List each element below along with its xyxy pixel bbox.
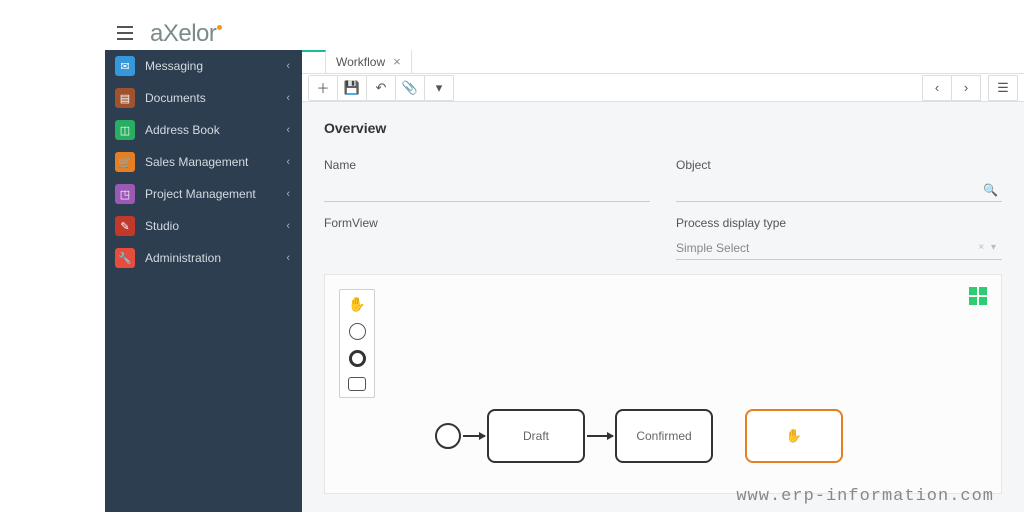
start-node-tool[interactable]	[349, 323, 366, 340]
undo-button[interactable]: ↶	[366, 75, 396, 101]
workflow-start-node[interactable]	[435, 423, 461, 449]
chevron-left-icon: ‹	[286, 92, 290, 104]
new-button[interactable]: ＋	[308, 75, 338, 101]
tab-active-indicator	[302, 50, 326, 73]
search-icon: 🔍	[983, 183, 998, 197]
documents-icon: ▤	[115, 88, 135, 108]
main-area: Workflow × ＋ 💾 ↶ 📎 ▾ ‹ › ☰ Overview Name	[302, 50, 1024, 512]
sidebar-item-sales[interactable]: 🛒 Sales Management ‹	[105, 146, 302, 178]
sidebar: ✉ Messaging ‹ ▤ Documents ‹ ◫ Address Bo…	[105, 50, 302, 512]
chevron-left-icon: ‹	[286, 124, 290, 136]
admin-icon: 🔧	[115, 248, 135, 268]
brand-logo: aXelor	[150, 20, 222, 48]
section-title: Overview	[324, 120, 1002, 136]
object-lookup[interactable]: 🔍	[676, 178, 1002, 202]
palette: ✋	[339, 289, 375, 398]
toolbar: ＋ 💾 ↶ 📎 ▾ ‹ › ☰	[302, 74, 1024, 102]
name-input[interactable]	[324, 178, 650, 202]
sidebar-item-label: Administration	[145, 251, 221, 265]
process-select[interactable]: Simple Select × ▾	[676, 236, 1002, 260]
chevron-left-icon: ‹	[286, 156, 290, 168]
node-label: Draft	[523, 429, 549, 443]
close-icon[interactable]: ×	[393, 54, 401, 69]
grab-cursor-icon: ✋	[786, 428, 802, 444]
addressbook-icon: ◫	[115, 120, 135, 140]
workflow-node-selected[interactable]: ✋	[745, 409, 843, 463]
more-button[interactable]: ▾	[424, 75, 454, 101]
workflow-node-draft[interactable]: Draft	[487, 409, 585, 463]
sidebar-item-studio[interactable]: ✎ Studio ‹	[105, 210, 302, 242]
tab-bar: Workflow ×	[302, 50, 1024, 74]
hand-tool-icon[interactable]: ✋	[348, 296, 365, 313]
prev-button[interactable]: ‹	[922, 75, 952, 101]
watermark: www.erp-information.com	[736, 487, 994, 506]
task-node-tool[interactable]	[348, 377, 366, 391]
messaging-icon: ✉	[115, 56, 135, 76]
dropdown-icon: × ▾	[978, 242, 998, 253]
sidebar-item-admin[interactable]: 🔧 Administration ‹	[105, 242, 302, 274]
end-node-tool[interactable]	[349, 350, 366, 367]
menu-toggle-icon[interactable]	[117, 26, 133, 45]
workflow-node-confirmed[interactable]: Confirmed	[615, 409, 713, 463]
sidebar-item-label: Sales Management	[145, 155, 248, 169]
chevron-left-icon: ‹	[286, 220, 290, 232]
sidebar-item-project[interactable]: ◳ Project Management ‹	[105, 178, 302, 210]
workflow-arrow	[463, 435, 485, 437]
sidebar-item-addressbook[interactable]: ◫ Address Book ‹	[105, 114, 302, 146]
minimap-icon[interactable]	[969, 287, 987, 305]
sidebar-item-label: Studio	[145, 219, 179, 233]
field-label-object: Object	[676, 158, 1002, 172]
attach-button[interactable]: 📎	[395, 75, 425, 101]
project-icon: ◳	[115, 184, 135, 204]
node-label: Confirmed	[636, 429, 691, 443]
list-view-button[interactable]: ☰	[988, 75, 1018, 101]
chevron-left-icon: ‹	[286, 60, 290, 72]
workflow-arrow	[587, 435, 613, 437]
tab-workflow[interactable]: Workflow ×	[326, 50, 412, 73]
chevron-left-icon: ‹	[286, 252, 290, 264]
field-label-process: Process display type	[676, 216, 1002, 230]
next-button[interactable]: ›	[951, 75, 981, 101]
sidebar-item-label: Documents	[145, 91, 206, 105]
sidebar-item-documents[interactable]: ▤ Documents ‹	[105, 82, 302, 114]
process-value: Simple Select	[676, 241, 749, 255]
save-button[interactable]: 💾	[337, 75, 367, 101]
sidebar-item-label: Address Book	[145, 123, 220, 137]
workflow-canvas[interactable]: ✋ Draft Confirmed ✋	[324, 274, 1002, 494]
tab-label: Workflow	[336, 55, 385, 69]
sidebar-item-label: Messaging	[145, 59, 203, 73]
content-panel: Overview Name Object 🔍 FormView	[302, 102, 1024, 512]
sidebar-item-label: Project Management	[145, 187, 256, 201]
field-label-formview: FormView	[324, 216, 650, 230]
field-label-name: Name	[324, 158, 650, 172]
chevron-left-icon: ‹	[286, 188, 290, 200]
studio-icon: ✎	[115, 216, 135, 236]
sales-icon: 🛒	[115, 152, 135, 172]
sidebar-item-messaging[interactable]: ✉ Messaging ‹	[105, 50, 302, 82]
